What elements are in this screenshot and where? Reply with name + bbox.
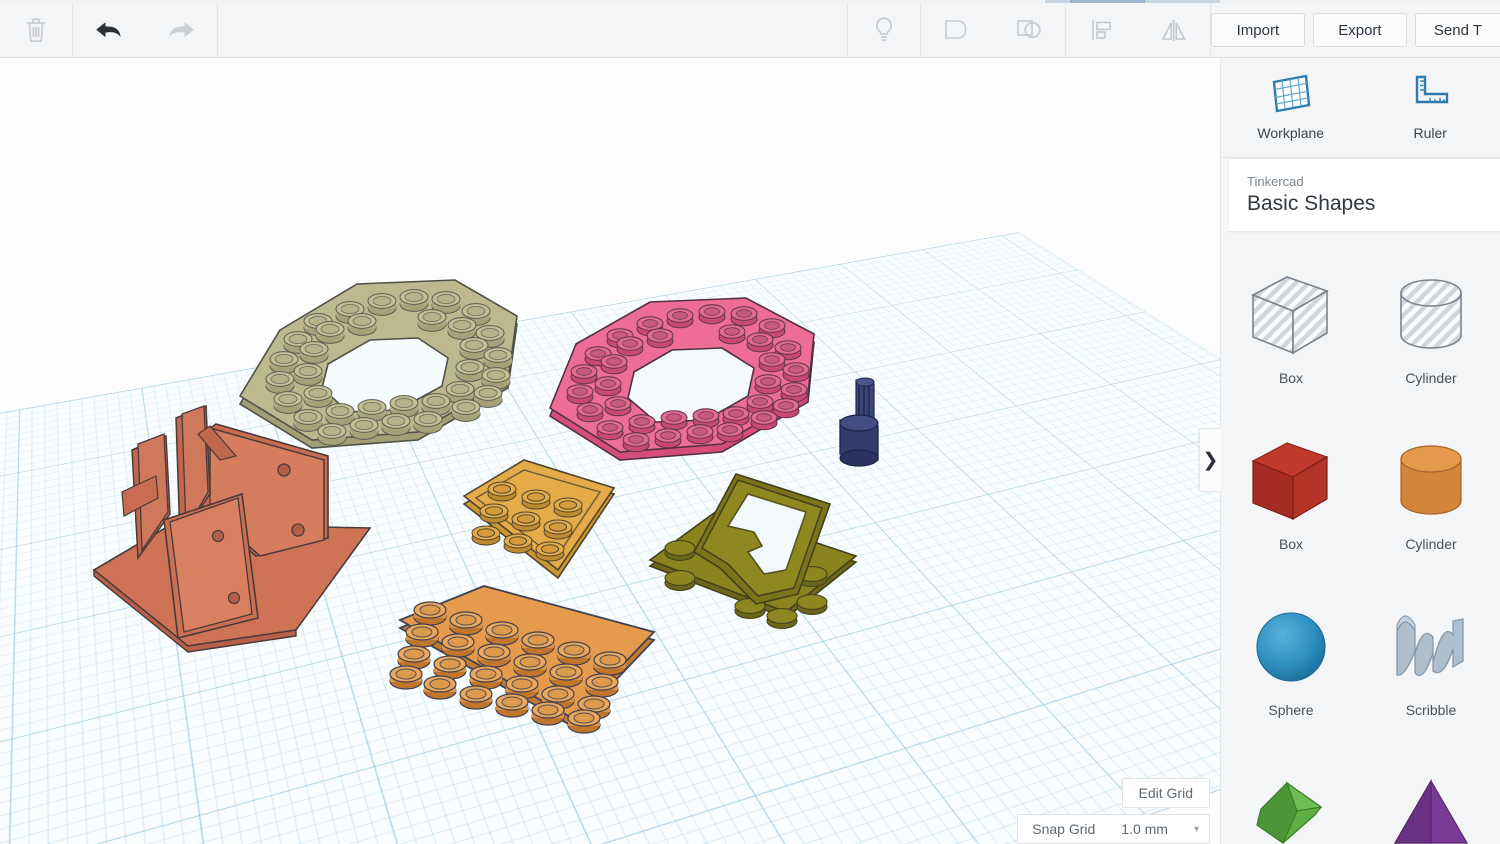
workplane-icon <box>1268 72 1314 116</box>
ruler-tool-label: Ruler <box>1414 125 1447 141</box>
cylinder-hole-icon <box>1383 269 1479 361</box>
terracotta-bracket-shape <box>60 398 404 660</box>
shape-item-scribble[interactable]: Scribble <box>1361 580 1500 746</box>
shape-art <box>1383 428 1479 534</box>
import-button[interactable]: Import <box>1211 13 1305 47</box>
align-button[interactable] <box>1066 3 1138 57</box>
light-toggle-button[interactable] <box>848 3 920 57</box>
shape-item-box-hole[interactable]: Box <box>1221 248 1361 414</box>
shape-art <box>1383 760 1479 844</box>
shape-art <box>1243 760 1339 844</box>
shapes-row: Box Cylinde <box>1221 248 1500 414</box>
workplane-tool[interactable]: Workplane <box>1221 58 1361 141</box>
olive-clip-shape <box>644 464 862 624</box>
shapes-row: Sphere Scribble <box>1221 580 1500 746</box>
shape-label: Cylinder <box>1405 370 1456 386</box>
chevron-down-icon: ▾ <box>1194 824 1199 835</box>
ruler-icon <box>1407 72 1453 116</box>
snap-grid-value: 1.0 mm <box>1121 821 1168 837</box>
workplane-canvas[interactable]: Edit Grid Snap Grid 1.0 mm ▾ <box>0 58 1220 844</box>
right-shapes-panel: ❯ Workplane <box>1220 58 1500 844</box>
shapes-grid: Box Cylinde <box>1221 242 1500 844</box>
shapes-row: Box Cylinder <box>1221 414 1500 580</box>
box-solid-icon <box>1243 435 1339 527</box>
box-hole-icon <box>1243 269 1339 361</box>
toolbar-center-group <box>847 3 1211 57</box>
shapes-library-title: Basic Shapes <box>1247 192 1500 216</box>
mirror-flip-icon <box>1158 15 1190 45</box>
object-clip-bracket-olive[interactable] <box>644 464 862 624</box>
workplane-tool-label: Workplane <box>1257 125 1324 141</box>
shape-item-sphere[interactable]: Sphere <box>1221 580 1361 746</box>
toolbar-right-group: Import Export Send T <box>1211 3 1500 57</box>
shape-item-pyramid[interactable] <box>1361 746 1500 844</box>
lightbulb-icon <box>871 15 897 45</box>
tinkercad-editor: Import Export Send T <box>0 0 1500 844</box>
cylinder-solid-icon <box>1383 435 1479 527</box>
align-icon <box>1087 15 1117 45</box>
object-plate-6x4-orange[interactable] <box>382 586 672 736</box>
trash-icon <box>23 16 49 44</box>
object-octagon-plate-pink[interactable] <box>532 298 836 478</box>
shape-item-polyhedron[interactable] <box>1221 746 1361 844</box>
shape-item-cylinder-solid[interactable]: Cylinder <box>1361 414 1500 580</box>
object-screw-bit-navy[interactable] <box>826 374 896 480</box>
shape-art <box>1243 262 1339 368</box>
object-bracket-stand[interactable] <box>60 398 404 660</box>
shape-item-cylinder-hole[interactable]: Cylinder <box>1361 248 1500 414</box>
chevron-right-icon: ❯ <box>1203 449 1219 472</box>
scribble-icon <box>1383 601 1479 693</box>
shape-label: Box <box>1279 536 1303 552</box>
shape-label: Scribble <box>1406 702 1457 718</box>
shape-art <box>1383 594 1479 700</box>
shape-art <box>1243 428 1339 534</box>
panel-collapse-toggle[interactable]: ❯ <box>1199 428 1221 492</box>
octagon-ring-plate-shape <box>532 298 836 478</box>
shape-label: Cylinder <box>1405 536 1456 552</box>
main-toolbar: Import Export Send T <box>0 3 1500 58</box>
undo-button[interactable] <box>73 3 145 57</box>
toolbar-left-group <box>0 3 218 57</box>
rect-studded-plate-shape <box>382 586 672 736</box>
navy-bit-shape <box>826 374 896 480</box>
shape-item-box-solid[interactable]: Box <box>1221 414 1361 580</box>
send-to-button[interactable]: Send T <box>1415 13 1500 47</box>
redo-button[interactable] <box>145 3 217 57</box>
square-ring-plate-shape <box>450 460 628 590</box>
redo-arrow-icon <box>164 17 198 43</box>
snap-grid-control[interactable]: Snap Grid 1.0 mm ▾ <box>1017 814 1210 844</box>
shape-art <box>1383 262 1479 368</box>
ungroup-shapes-icon <box>1013 15 1045 45</box>
group-shapes-icon <box>941 15 973 45</box>
polyhedron-green-icon <box>1243 767 1339 844</box>
undo-arrow-icon <box>92 17 126 43</box>
shapes-row <box>1221 746 1500 844</box>
grid-controls: Edit Grid Snap Grid 1.0 mm ▾ <box>1017 778 1210 844</box>
shapes-library-kicker: Tinkercad <box>1247 174 1500 189</box>
delete-button[interactable] <box>0 3 72 57</box>
pyramid-purple-icon <box>1383 767 1479 844</box>
shape-art <box>1243 594 1339 700</box>
group-button[interactable] <box>921 3 993 57</box>
panel-tool-row: Workplane Ruler <box>1221 58 1500 158</box>
toolbar-spacer <box>218 3 847 57</box>
shape-label: Box <box>1279 370 1303 386</box>
ruler-tool[interactable]: Ruler <box>1361 58 1500 141</box>
ungroup-button[interactable] <box>993 3 1065 57</box>
shapes-library-header[interactable]: Tinkercad Basic Shapes <box>1229 158 1500 232</box>
object-plate-3x3-gold[interactable] <box>450 460 628 590</box>
shape-label: Sphere <box>1268 702 1313 718</box>
sphere-solid-icon <box>1243 601 1339 693</box>
edit-grid-button[interactable]: Edit Grid <box>1122 778 1210 808</box>
mirror-button[interactable] <box>1138 3 1210 57</box>
export-button[interactable]: Export <box>1313 13 1407 47</box>
snap-grid-label: Snap Grid <box>1032 821 1095 837</box>
